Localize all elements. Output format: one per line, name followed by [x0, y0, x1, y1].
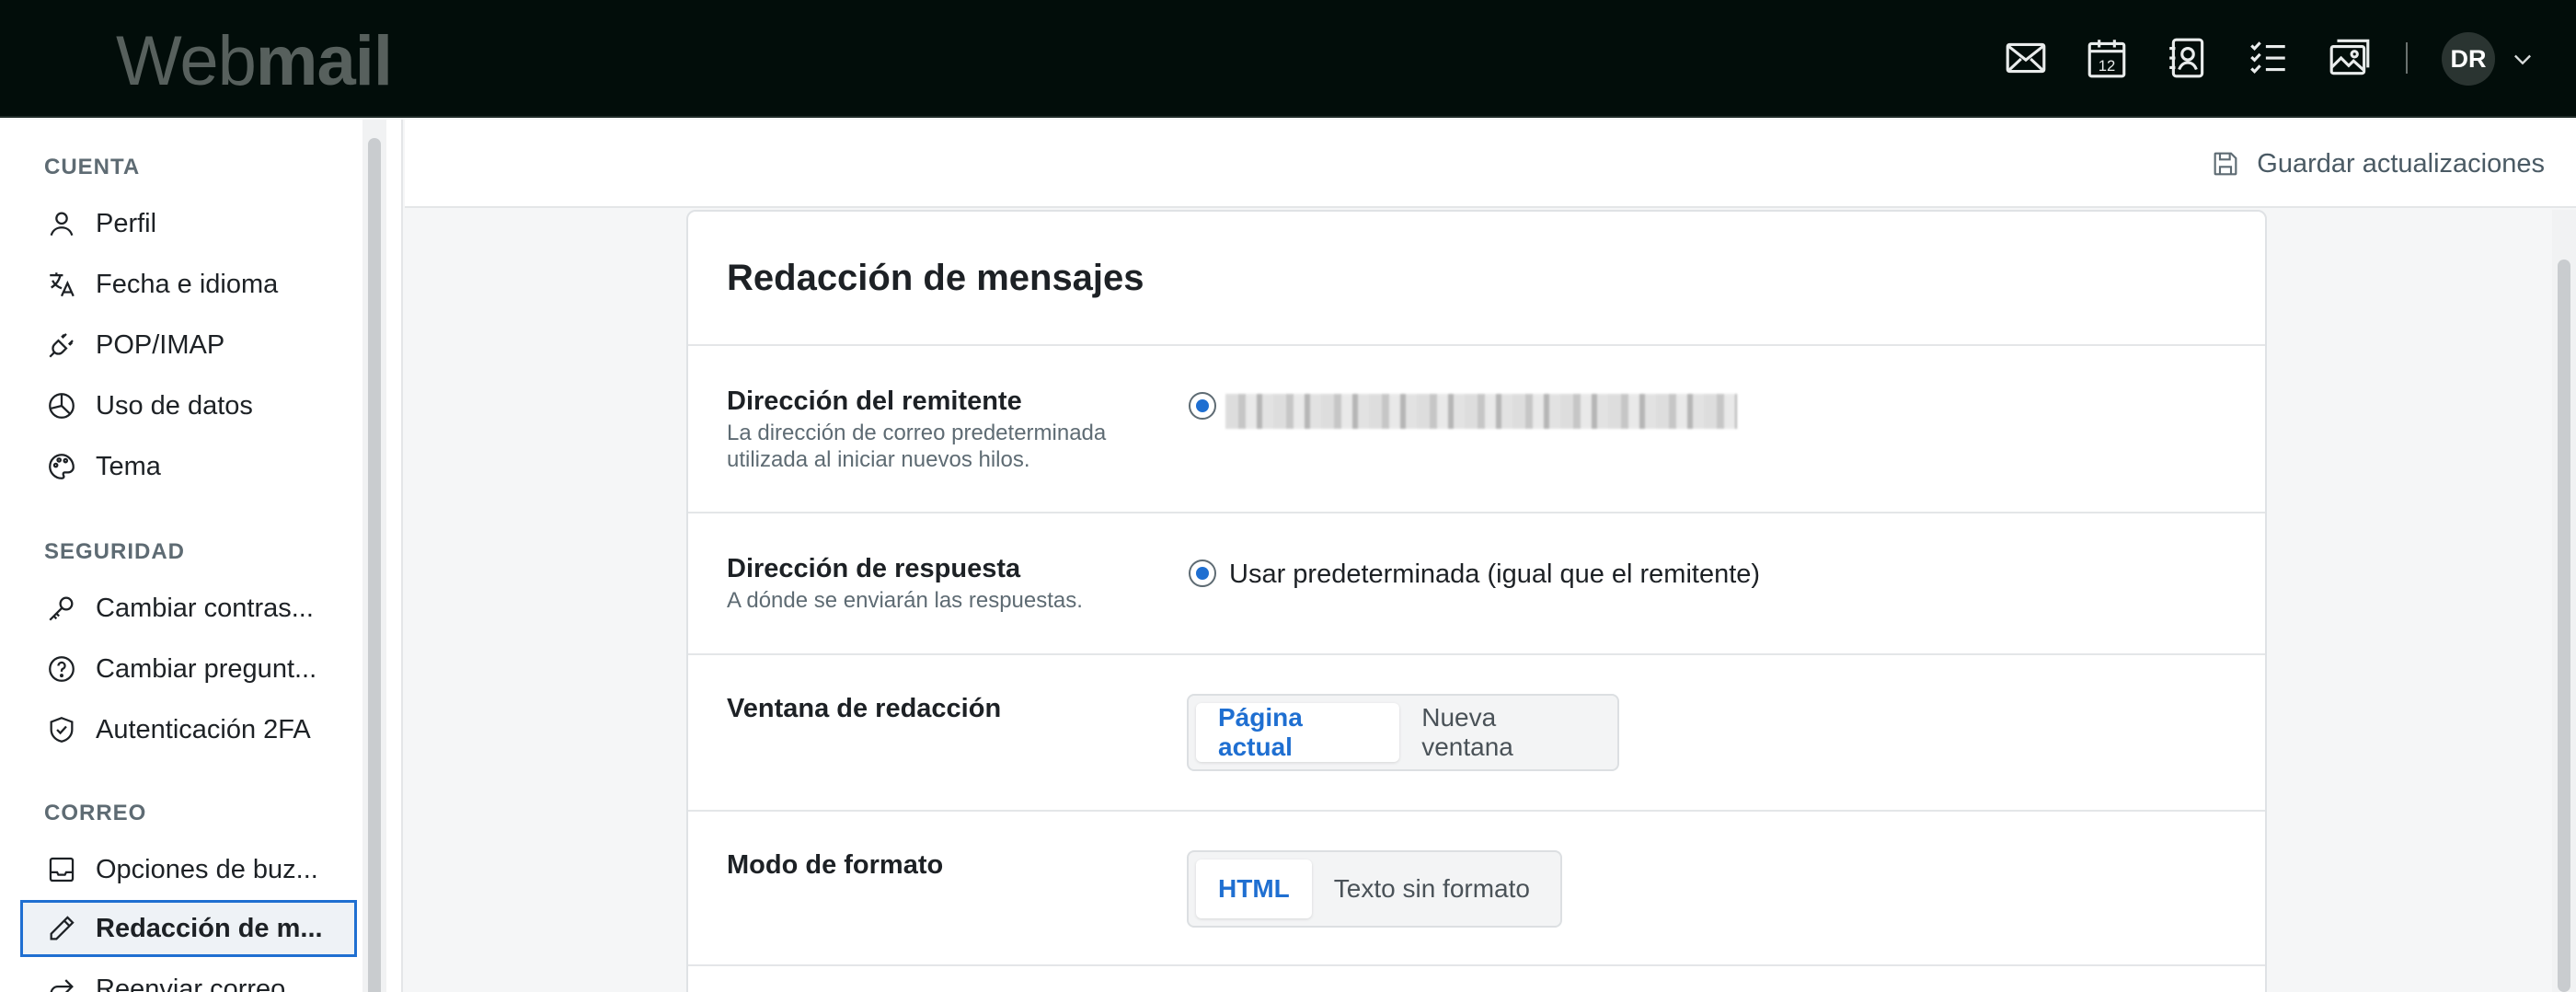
sidebar-item-label: Cambiar contras... — [96, 593, 314, 623]
save-icon — [2211, 149, 2240, 179]
compose-window-label: Ventana de redacción — [727, 694, 1002, 723]
format-mode-label: Modo de formato — [727, 850, 944, 880]
sidebar-scrollbar[interactable] — [368, 138, 381, 992]
sidebar-item-cambiar-pregunta[interactable]: Cambiar pregunt... — [20, 640, 357, 698]
sidebar-item-label: Perfil — [96, 208, 157, 238]
format-mode-option-plain-text[interactable]: Texto sin formato — [1312, 859, 1552, 918]
format-mode-option-html[interactable]: HTML — [1196, 859, 1312, 918]
compose-window-option-current-page[interactable]: Página actual — [1196, 703, 1400, 762]
translate-icon — [46, 269, 77, 300]
reply-address-label: Dirección de respuesta — [727, 554, 1021, 583]
sender-address-description: La dirección de correo predeterminada ut… — [727, 421, 1107, 472]
sidebar-item-tema[interactable]: Tema — [20, 438, 357, 495]
page-title: Redacción de mensajes — [727, 258, 1144, 298]
chevron-down-icon[interactable] — [2510, 46, 2536, 72]
pie-chart-icon — [46, 390, 77, 421]
settings-header: Guardar actualizaciones — [405, 120, 2576, 208]
reply-address-description: A dónde se enviarán las respuestas. — [727, 588, 1083, 613]
format-mode-segmented-control: HTML Texto sin formato — [1187, 850, 1562, 928]
compose-window-option-new-window[interactable]: Nueva ventana — [1399, 703, 1610, 762]
section-title-cuenta: CUENTA — [44, 155, 141, 179]
plug-icon — [46, 329, 77, 361]
save-button[interactable]: Guardar actualizaciones — [2211, 144, 2545, 184]
save-button-label: Guardar actualizaciones — [2257, 148, 2545, 179]
settings-sidebar: CUENTA Perfil Fecha e idioma POP/IMAP Us… — [0, 120, 403, 992]
divider — [688, 964, 2265, 966]
sidebar-item-label: Reenviar correo... — [96, 974, 308, 992]
photos-icon[interactable] — [2327, 35, 2373, 81]
app-logo[interactable]: Webmail — [116, 20, 393, 103]
sidebar-item-label: Autenticación 2FA — [96, 714, 311, 744]
sidebar-item-autenticacion-2fa[interactable]: Autenticación 2FA — [20, 701, 357, 758]
sidebar-item-cambiar-contrasena[interactable]: Cambiar contras... — [20, 580, 357, 637]
calendar-icon[interactable]: 12 — [2084, 35, 2130, 81]
reply-default-label[interactable]: Usar predeterminada (igual que el remite… — [1229, 559, 1760, 590]
divider — [688, 810, 2265, 812]
section-title-correo: CORREO — [44, 801, 147, 825]
sidebar-item-label: Cambiar pregunt... — [96, 653, 317, 684]
sidebar-item-label: Fecha e idioma — [96, 269, 279, 299]
sidebar-item-reenviar-correo[interactable]: Reenviar correo... — [20, 961, 357, 992]
main-scrollbar[interactable] — [2558, 260, 2570, 992]
sidebar-item-label: POP/IMAP — [96, 329, 225, 360]
contacts-icon[interactable] — [2165, 35, 2211, 81]
divider — [688, 653, 2265, 655]
inbox-icon — [46, 854, 77, 885]
shield-check-icon — [46, 714, 77, 745]
user-icon — [46, 208, 77, 239]
forward-icon — [46, 974, 77, 992]
divider — [688, 344, 2265, 346]
reply-default-radio[interactable] — [1189, 559, 1216, 587]
mail-icon[interactable] — [2003, 35, 2049, 81]
divider — [688, 512, 2265, 513]
palette-icon — [46, 451, 77, 482]
sidebar-item-label: Uso de datos — [96, 390, 253, 421]
sidebar-item-opciones-buzon[interactable]: Opciones de buz... — [20, 841, 357, 898]
sidebar-item-label: Opciones de buz... — [96, 854, 318, 884]
pencil-icon — [46, 913, 77, 944]
compose-window-segmented-control: Página actual Nueva ventana — [1187, 694, 1619, 771]
tasks-icon[interactable] — [2246, 35, 2292, 81]
section-title-seguridad: SEGURIDAD — [44, 539, 186, 564]
settings-card: Redacción de mensajes Dirección del remi… — [686, 210, 2267, 992]
sidebar-item-fecha-idioma[interactable]: Fecha e idioma — [20, 256, 357, 313]
sidebar-item-label: Redacción de m... — [96, 913, 323, 943]
sidebar-item-pop-imap[interactable]: POP/IMAP — [20, 317, 357, 374]
key-icon — [46, 593, 77, 624]
top-bar: Webmail 12 DR — [0, 0, 2576, 118]
sender-address-label: Dirección del remitente — [727, 386, 1022, 416]
question-icon — [46, 653, 77, 685]
avatar[interactable]: DR — [2442, 32, 2495, 86]
sidebar-item-uso-datos[interactable]: Uso de datos — [20, 377, 357, 434]
topbar-divider — [2406, 42, 2408, 74]
sender-address-value-redacted — [1225, 394, 1737, 429]
sidebar-item-redaccion-mensajes[interactable]: Redacción de m... — [20, 900, 357, 957]
sender-address-radio[interactable] — [1189, 392, 1216, 420]
sidebar-item-label: Tema — [96, 451, 161, 481]
sidebar-item-perfil[interactable]: Perfil — [20, 195, 357, 252]
calendar-day-text: 12 — [2099, 57, 2116, 75]
